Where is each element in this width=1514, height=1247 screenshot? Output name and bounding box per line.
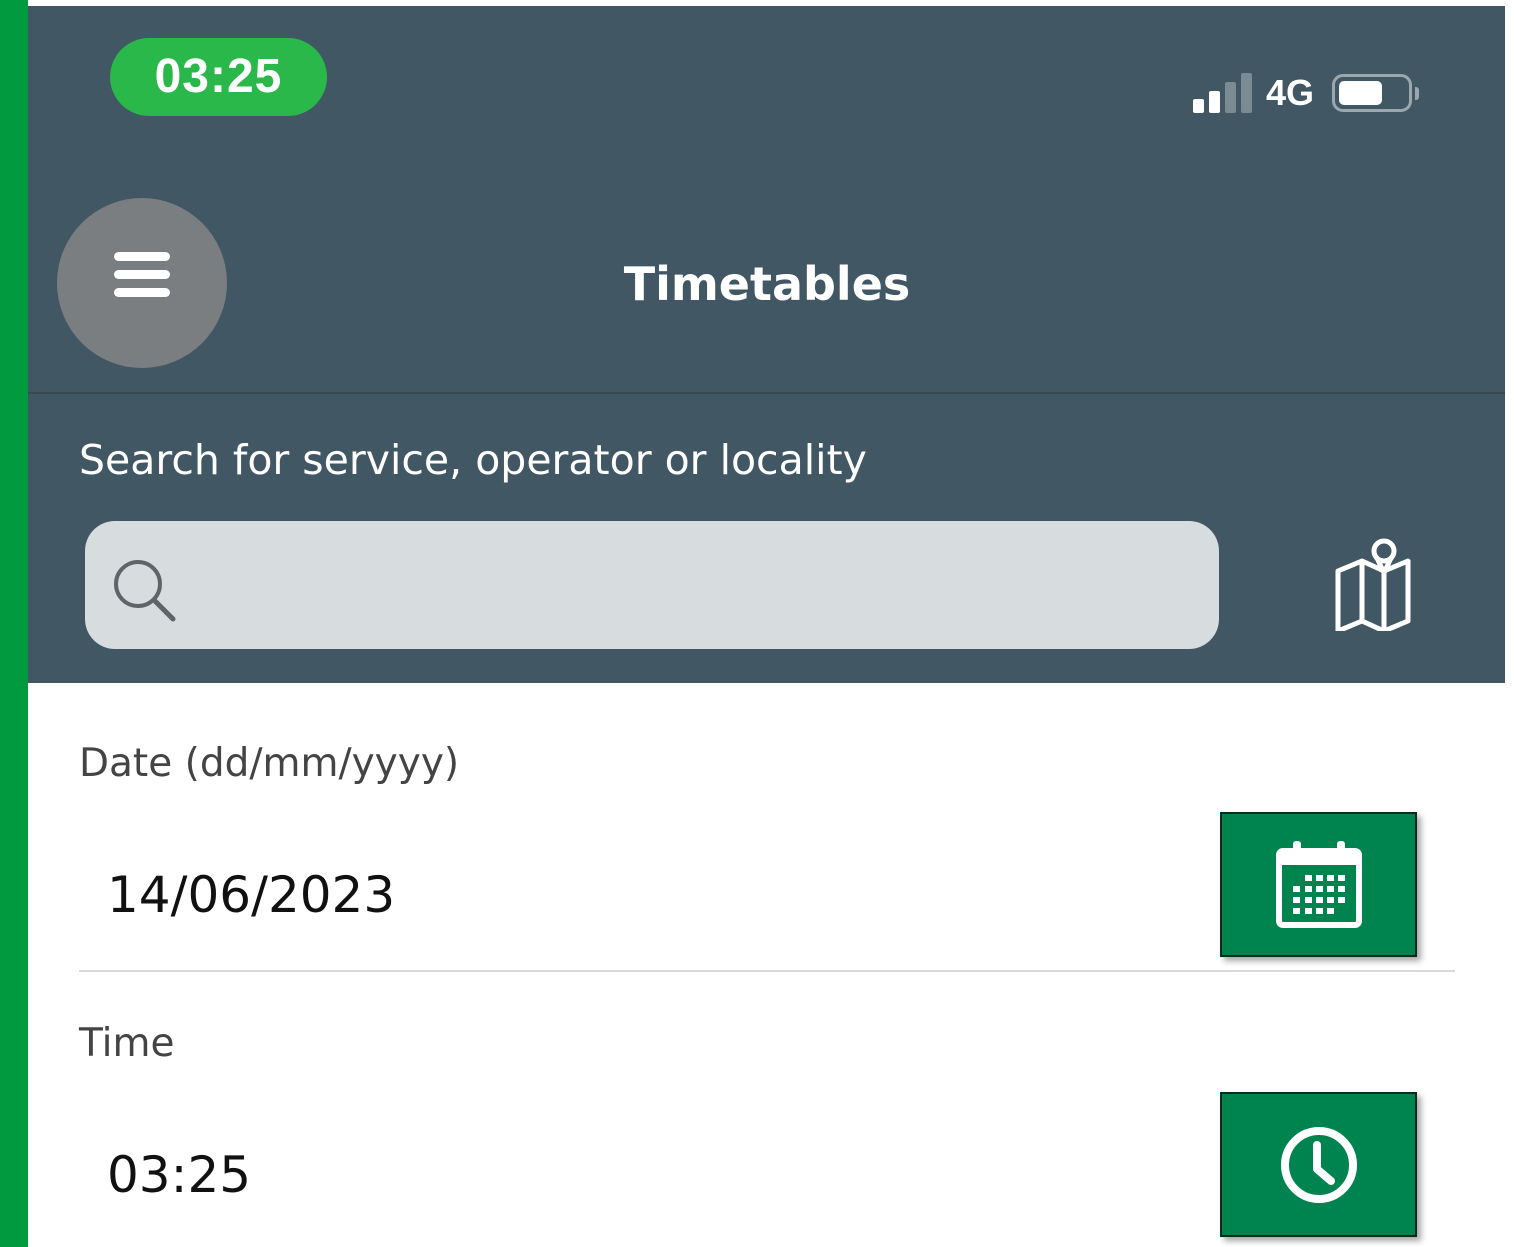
signal-bar (1209, 91, 1220, 113)
calendar-button[interactable] (1220, 812, 1417, 957)
hamburger-menu-icon (114, 252, 170, 297)
battery-icon (1332, 74, 1413, 112)
menu-button[interactable] (57, 198, 227, 368)
page-title: Timetables (623, 257, 911, 311)
search-field[interactable] (85, 521, 1219, 649)
battery-fill (1339, 81, 1383, 105)
status-time: 03:25 (110, 38, 327, 116)
date-value[interactable]: 14/06/2023 (107, 860, 395, 930)
signal-bar (1225, 82, 1236, 113)
battery-tip (1415, 86, 1420, 100)
right-edge-strip (1505, 0, 1514, 1247)
map-pin-icon (1335, 538, 1411, 634)
map-button[interactable] (1324, 531, 1434, 634)
status-indicators: 4G (1193, 68, 1420, 118)
magnifier-icon (114, 560, 176, 622)
left-edge-strip (0, 0, 28, 1247)
network-type: 4G (1266, 72, 1315, 113)
signal-bar (1193, 99, 1204, 113)
time-value[interactable]: 03:25 (107, 1140, 251, 1210)
app-header: 03:25 4G Timetables Search for service, … (28, 6, 1505, 683)
clock-button[interactable] (1220, 1092, 1417, 1237)
clock-icon (1280, 1126, 1357, 1203)
calendar-icon (1275, 840, 1362, 928)
app-screen: 03:25 4G Timetables Search for service, … (0, 0, 1514, 1247)
signal-bar (1241, 73, 1252, 113)
date-field-divider (79, 970, 1455, 972)
search-label: Search for service, operator or locality (79, 436, 867, 484)
search-input[interactable] (195, 545, 1189, 627)
signal-icon (1193, 73, 1252, 113)
time-label: Time (79, 1021, 175, 1066)
header-divider (28, 392, 1505, 394)
date-label: Date (dd/mm/yyyy) (79, 741, 460, 786)
